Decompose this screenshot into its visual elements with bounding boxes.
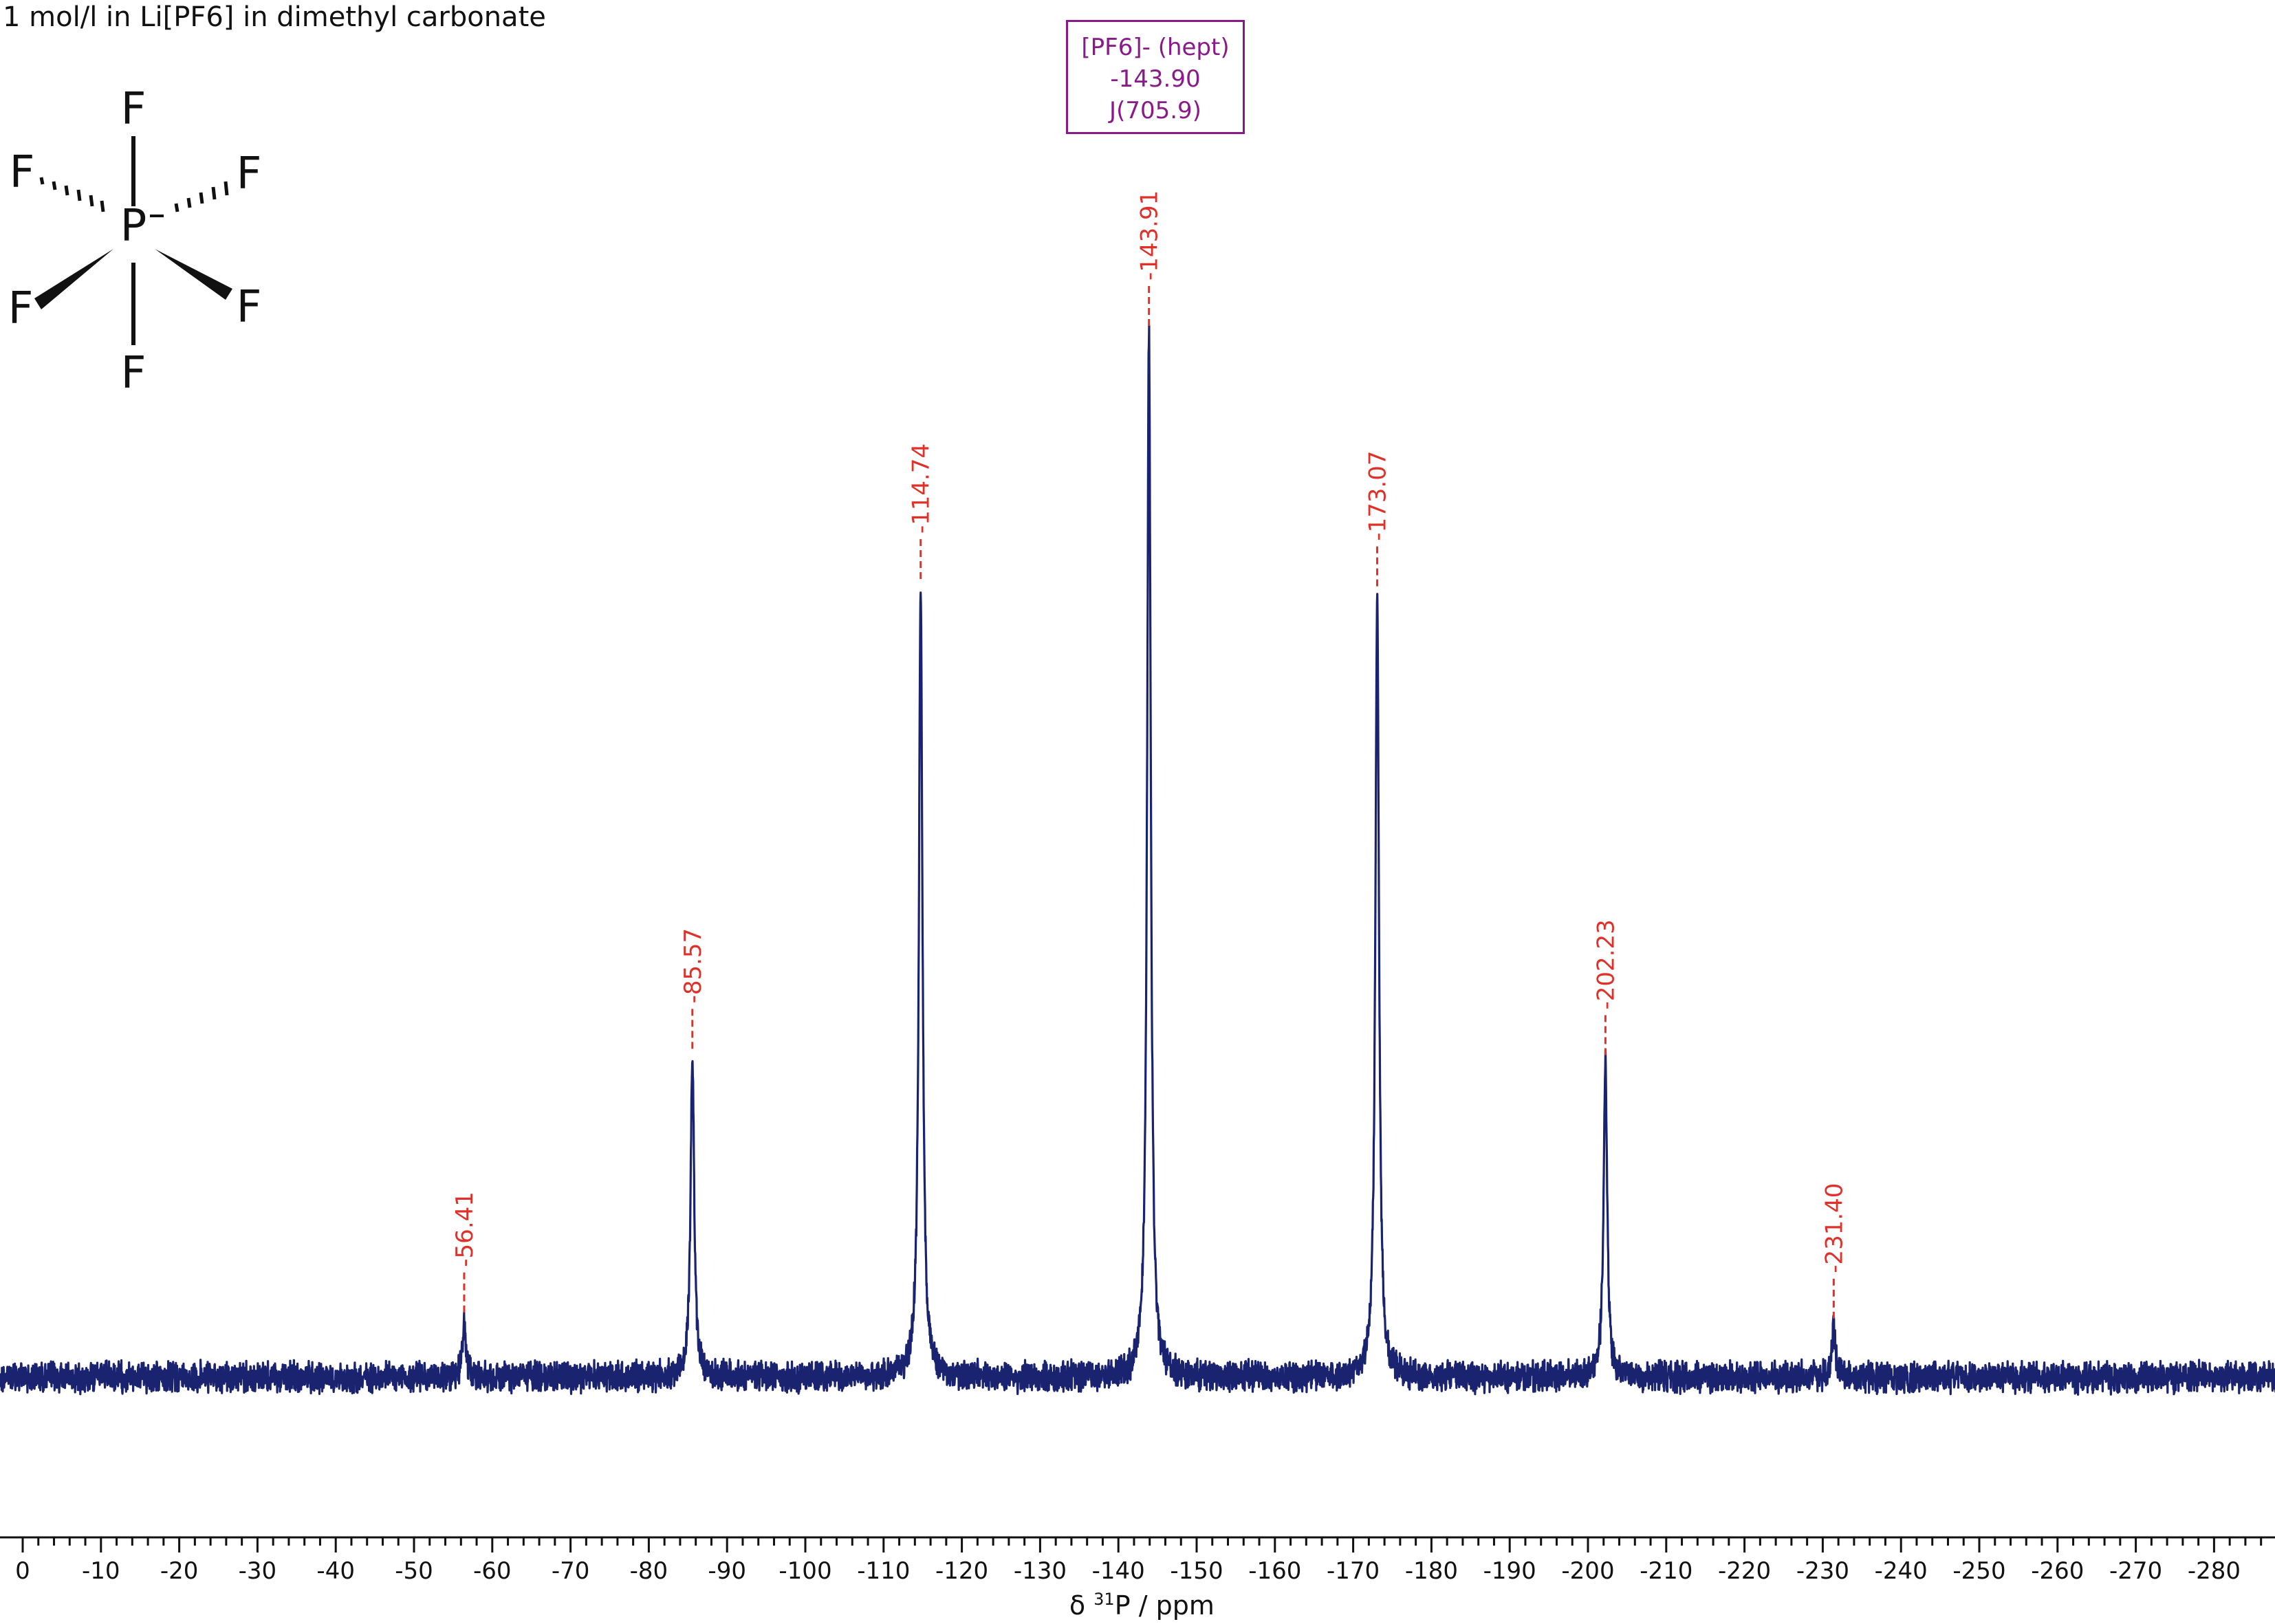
x-tick-label: 0 [15,1557,30,1585]
x-tick-label: -210 [1640,1557,1692,1585]
x-tick-label: -120 [935,1557,988,1585]
x-tick-label: -200 [1561,1557,1614,1585]
x-tick-label: -70 [552,1557,590,1585]
x-tick-label: -90 [708,1557,746,1585]
x-tick-label: -130 [1014,1557,1067,1585]
x-tick-label: -110 [857,1557,910,1585]
x-tick-label: -270 [2109,1557,2162,1585]
peak-label: -173.07 [1364,451,1392,541]
x-tick-label: -280 [2188,1557,2241,1585]
peak-label: -143.91 [1136,190,1164,281]
x-tick-label: -50 [395,1557,433,1585]
x-tick-label: -100 [779,1557,831,1585]
nmr-spectrum-figure: 1 mol/l in Li[PF6] in dimethyl carbonate… [0,0,2275,1624]
x-tick-label: -140 [1092,1557,1145,1585]
spectrum-plot: -56.41 -85.57 -114.74 -143.91 -173.07 -202.23… [0,190,2275,1621]
peak-label: -231.40 [1820,1183,1848,1273]
x-tick-label: -60 [473,1557,512,1585]
x-tick-label: -240 [1875,1557,1928,1585]
x-tick-label: -40 [316,1557,355,1585]
peak-label: -114.74 [908,443,935,534]
x-axis-title: δ 31P / ppm [1069,1590,1215,1621]
x-tick-label: -220 [1718,1557,1771,1585]
x-tick-label: -80 [630,1557,668,1585]
x-tick-label: -170 [1327,1557,1380,1585]
x-tick-label: -160 [1248,1557,1301,1585]
spectrum-trace [0,325,2275,1396]
x-tick-label: -30 [239,1557,277,1585]
x-tick-label: -260 [2031,1557,2084,1585]
peak-label: -85.57 [679,928,707,1004]
x-tick-label: -10 [82,1557,120,1585]
x-tick-label: -190 [1483,1557,1536,1585]
x-tick-label: -20 [160,1557,199,1585]
peak-label: -56.41 [451,1192,479,1267]
x-tick-label: -250 [1952,1557,2005,1585]
peak-label: -202.23 [1592,919,1620,1009]
x-tick-label: -180 [1405,1557,1458,1585]
x-tick-label: -150 [1170,1557,1223,1585]
x-tick-label: -230 [1796,1557,1849,1585]
